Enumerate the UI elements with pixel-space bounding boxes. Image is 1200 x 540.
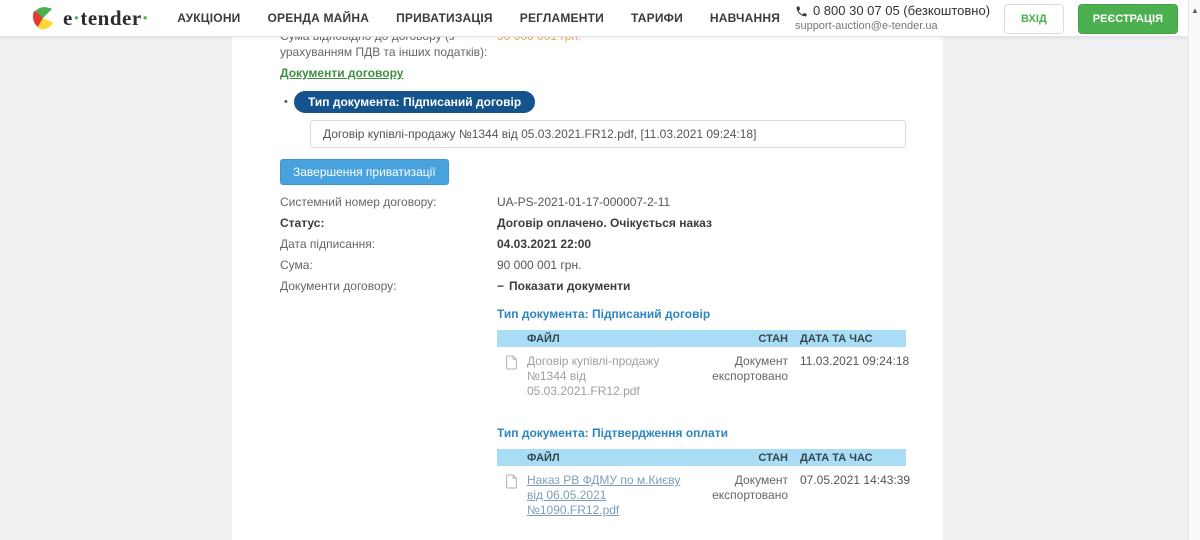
table-row: Наказ РВ ФДМУ по м.Києву від 06.05.2021 …: [497, 466, 906, 518]
phone-number: 0 800 30 07 05 (безкоштовно): [813, 3, 990, 19]
field-sign-date: Дата підписання: 04.03.2021 22:00: [280, 238, 906, 251]
field-contract-documents: Документи договору: −Показати документи: [280, 280, 906, 293]
doc-type-badge-row: • Тип документа: Підписаний договір: [280, 91, 906, 113]
nav-item-auctions[interactable]: АУКЦІОНИ: [177, 11, 240, 25]
collapse-toggle-icon[interactable]: −: [497, 279, 504, 293]
table-header: ФАЙЛ СТАН ДАТА ТА ЧАС: [497, 449, 906, 466]
nav-item-tariffs[interactable]: ТАРИФИ: [631, 11, 683, 25]
contact-block: 0 800 30 07 05 (безкоштовно) support-auc…: [795, 3, 990, 34]
logo-text: e·tender·: [63, 6, 149, 31]
nav-item-training[interactable]: НАВЧАННЯ: [710, 11, 780, 25]
logo-icon: [30, 5, 56, 31]
contract-documents-link[interactable]: Документи договору: [280, 66, 403, 80]
sum-row: Сума відповідно до договору (з урахуванн…: [280, 37, 906, 60]
table-row: Договір купівлі-продажу №1344 від 05.03.…: [497, 347, 906, 399]
login-button[interactable]: ВХІД: [1004, 4, 1064, 34]
file-link[interactable]: Наказ РВ ФДМУ по м.Києву від 06.05.2021 …: [527, 473, 693, 518]
nav-item-regulations[interactable]: РЕГЛАМЕНТИ: [520, 11, 604, 25]
top-header: e·tender· АУКЦІОНИ ОРЕНДА МАЙНА ПРИВАТИЗ…: [0, 0, 1200, 37]
file-datetime: 07.05.2021 14:43:39: [788, 473, 906, 518]
file-name: Договір купівлі-продажу №1344 від 05.03.…: [527, 354, 693, 399]
file-icon: [505, 474, 518, 489]
doc-table-payment: ФАЙЛ СТАН ДАТА ТА ЧАС Наказ РВ ФДМУ по м…: [497, 449, 906, 518]
doc-table-signed: ФАЙЛ СТАН ДАТА ТА ЧАС Договір купівлі-пр…: [497, 330, 906, 399]
signed-contract-file-box[interactable]: Договір купівлі-продажу №1344 від 05.03.…: [310, 120, 906, 148]
contract-fields: Системний номер договору: UA-PS-2021-01-…: [280, 196, 906, 293]
file-icon: [505, 355, 518, 370]
file-datetime: 11.03.2021 09:24:18: [788, 354, 906, 399]
field-status: Статус: Договір оплачено. Очікується нак…: [280, 217, 906, 230]
finish-privatization-button[interactable]: Завершення приватизації: [280, 159, 449, 185]
field-sum: Сума: 90 000 001 грн.: [280, 259, 906, 272]
phone-icon: [795, 5, 808, 18]
support-email[interactable]: support-auction@e-tender.ua: [795, 20, 990, 34]
main-nav: АУКЦІОНИ ОРЕНДА МАЙНА ПРИВАТИЗАЦІЯ РЕГЛА…: [177, 11, 780, 25]
file-state: Документ експортовано: [693, 354, 788, 399]
scroll-up-icon[interactable]: ▲: [1189, 6, 1200, 15]
sum-value: 90 000 001 грн.: [497, 37, 581, 60]
header-right: 0 800 30 07 05 (безкоштовно) support-auc…: [795, 0, 1178, 37]
field-system-number: Системний номер договору: UA-PS-2021-01-…: [280, 196, 906, 209]
bullet-icon: •: [284, 96, 294, 108]
documents-area: Тип документа: Підписаний договір ФАЙЛ С…: [497, 307, 906, 518]
logo[interactable]: e·tender·: [30, 5, 149, 31]
doc-type-badge: Тип документа: Підписаний договір: [294, 91, 535, 113]
nav-item-privatization[interactable]: ПРИВАТИЗАЦІЯ: [396, 11, 493, 25]
doc-section-title-payment: Тип документа: Підтвердження оплати: [497, 426, 906, 440]
doc-section-title-signed: Тип документа: Підписаний договір: [497, 307, 906, 321]
sum-label: Сума відповідно до договору (з урахуванн…: [280, 37, 497, 60]
file-state: Документ експортовано: [693, 473, 788, 518]
page-scrollbar[interactable]: ▲: [1188, 0, 1200, 540]
show-documents-toggle[interactable]: Показати документи: [509, 279, 630, 293]
table-header: ФАЙЛ СТАН ДАТА ТА ЧАС: [497, 330, 906, 347]
contract-card: Сума відповідно до договору (з урахуванн…: [232, 37, 943, 540]
register-button[interactable]: РЕЄСТРАЦІЯ: [1078, 4, 1178, 34]
nav-item-property-lease[interactable]: ОРЕНДА МАЙНА: [268, 11, 370, 25]
